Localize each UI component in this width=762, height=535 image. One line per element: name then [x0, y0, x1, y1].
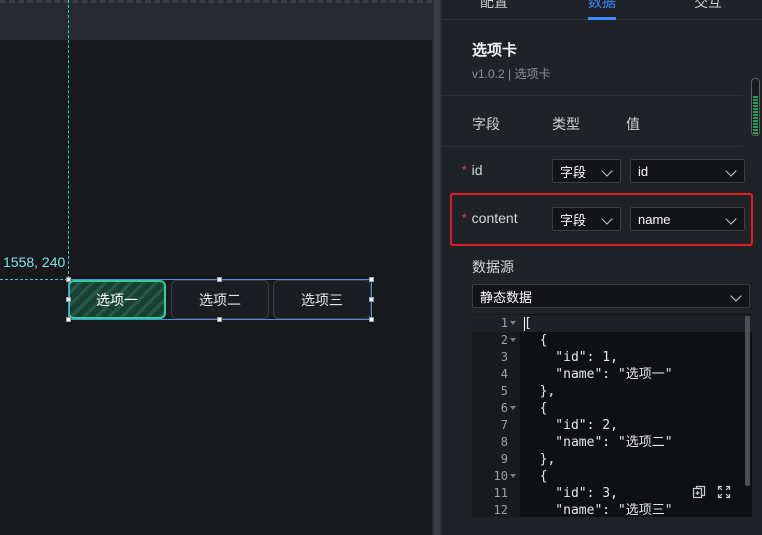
resize-handle-top-right[interactable]	[369, 277, 374, 282]
panel-scrollbar-thumb[interactable]	[753, 96, 758, 134]
line-number: 12	[493, 503, 508, 517]
code-line: 10 {	[472, 468, 752, 485]
select-value: 静态数据	[480, 289, 533, 305]
properties-panel: 配置 数据 交互 选项卡 v1.0.2 | 选项卡 字段 类型 值 * id 字…	[442, 0, 762, 535]
copy-icon[interactable]	[692, 485, 706, 499]
code-line: 7 "id": 2,	[472, 417, 752, 434]
field-label-id: * id	[462, 162, 483, 178]
field-name: content	[471, 210, 518, 226]
code-line: 4 "name": "选项一"	[472, 366, 752, 383]
panel-scrollbar[interactable]	[751, 78, 760, 136]
canvas-scrollbar[interactable]	[432, 0, 442, 535]
line-number: 11	[493, 486, 508, 500]
field-value-select-content[interactable]: name	[630, 207, 745, 231]
code-text: {	[524, 469, 548, 484]
code-text: },	[524, 384, 556, 399]
code-line: 11 "id": 3,	[472, 485, 752, 502]
line-number: 2	[500, 333, 508, 347]
tab-config[interactable]: 配置	[480, 0, 508, 12]
code-line: 3 "id": 1,	[472, 349, 752, 366]
code-text: "name": "选项一"	[524, 367, 673, 382]
select-value: 字段	[560, 212, 587, 228]
required-marker: *	[462, 163, 467, 177]
code-text: [	[524, 316, 532, 331]
component-version: v1.0.2 | 选项卡	[472, 67, 551, 81]
fullscreen-icon[interactable]	[717, 485, 731, 499]
select-value: 字段	[560, 164, 587, 180]
selection-box[interactable]	[68, 279, 372, 320]
line-number: 1	[500, 316, 508, 330]
position-readout: 1558, 240	[3, 254, 66, 270]
tab-data[interactable]: 数据	[588, 0, 616, 12]
design-canvas[interactable]: 1558, 240 选项一 选项二 选项三	[0, 0, 432, 535]
line-number: 6	[500, 401, 508, 415]
select-value: name	[638, 211, 671, 227]
line-number: 9	[500, 452, 508, 466]
code-text: },	[524, 452, 556, 467]
code-line: 12 "name": "选项三"	[472, 502, 752, 517]
resize-handle-top-left[interactable]	[66, 277, 71, 282]
active-tab-indicator	[588, 17, 616, 20]
resize-handle-bottom-right[interactable]	[369, 317, 374, 322]
code-text: {	[524, 333, 548, 348]
field-value-select-id[interactable]: id	[630, 159, 745, 183]
line-number: 3	[500, 350, 508, 364]
divider	[442, 146, 742, 147]
code-text: "name": "选项三"	[524, 503, 673, 517]
code-line: 1 [	[472, 315, 752, 332]
horizontal-guide-line	[0, 279, 68, 280]
fold-arrow-icon[interactable]	[510, 321, 516, 325]
code-line: 5 },	[472, 383, 752, 400]
line-number: 7	[500, 418, 508, 432]
code-text: "name": "选项二"	[524, 435, 673, 450]
field-name: id	[471, 162, 483, 178]
tab-interaction[interactable]: 交互	[694, 0, 722, 12]
fold-arrow-icon[interactable]	[510, 406, 516, 410]
code-text: "id": 2,	[524, 418, 618, 433]
canvas-scrollbar-thumb[interactable]	[434, 0, 440, 535]
datasource-label: 数据源	[472, 259, 514, 275]
required-marker: *	[462, 211, 467, 225]
chevron-down-icon	[725, 165, 737, 177]
chevron-down-icon	[730, 290, 742, 302]
line-number: 5	[500, 384, 508, 398]
code-text: "id": 3,	[524, 486, 618, 501]
vertical-guide-line	[68, 0, 69, 279]
canvas-ruler-bar	[0, 0, 432, 40]
line-number: 4	[500, 367, 508, 381]
line-number: 10	[493, 469, 508, 483]
chevron-down-icon	[601, 213, 613, 225]
resize-handle-bottom-left[interactable]	[66, 317, 71, 322]
fold-arrow-icon[interactable]	[510, 338, 516, 342]
code-line: 8 "name": "选项二"	[472, 434, 752, 451]
column-header-field: 字段	[472, 116, 500, 132]
json-code-editor[interactable]: 1 [ 2 { 3 "id": 1, 4 "name": "选项一" 5}, …	[472, 314, 752, 517]
datasource-select[interactable]: 静态数据	[472, 284, 750, 308]
resize-handle-right[interactable]	[369, 297, 374, 302]
field-type-select-id[interactable]: 字段	[552, 159, 621, 183]
fold-arrow-icon[interactable]	[510, 474, 516, 478]
field-label-content: * content	[462, 210, 518, 226]
divider	[442, 95, 742, 96]
column-header-type: 类型	[552, 116, 580, 132]
code-line: 9 },	[472, 451, 752, 468]
select-value: id	[638, 163, 649, 179]
panel-tab-bar: 配置 数据 交互	[442, 0, 762, 20]
resize-handle-top[interactable]	[217, 277, 222, 282]
resize-handle-left[interactable]	[66, 297, 71, 302]
field-type-select-content[interactable]: 字段	[552, 207, 621, 231]
column-header-value: 值	[626, 116, 640, 132]
text-cursor	[524, 317, 525, 331]
editor-scrollbar[interactable]	[745, 316, 750, 486]
component-title: 选项卡	[472, 42, 518, 59]
line-number: 8	[500, 435, 508, 449]
chevron-down-icon	[601, 165, 613, 177]
chevron-down-icon	[725, 213, 737, 225]
code-line: 6 {	[472, 400, 752, 417]
code-text: "id": 1,	[524, 350, 618, 365]
resize-handle-bottom[interactable]	[217, 317, 222, 322]
code-line: 2 {	[472, 332, 752, 349]
code-text: {	[524, 401, 548, 416]
